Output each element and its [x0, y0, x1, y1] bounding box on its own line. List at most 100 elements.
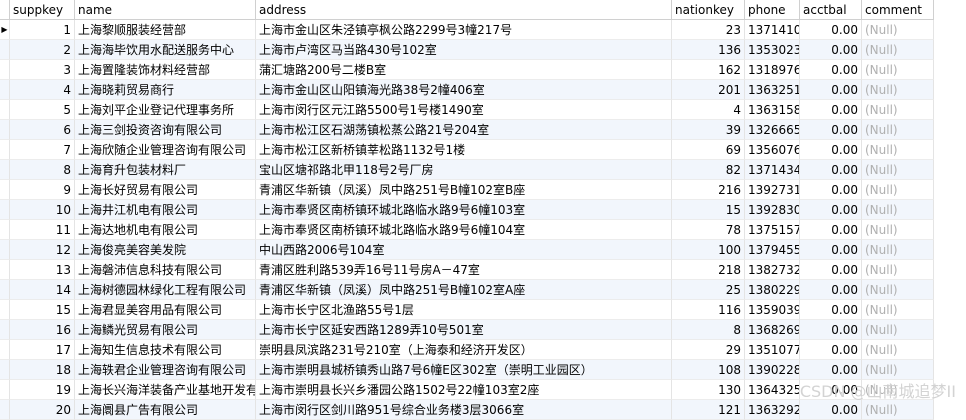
cell-name[interactable]: 上海鳞光贸易有限公司: [75, 320, 256, 340]
cell-suppkey[interactable]: 7: [10, 140, 75, 160]
cell-acctbal[interactable]: 0.00: [800, 220, 862, 240]
cell-suppkey[interactable]: 10: [10, 200, 75, 220]
cell-name[interactable]: 上海三剑投资咨询有限公司: [75, 120, 256, 140]
cell-acctbal[interactable]: 0.00: [800, 320, 862, 340]
cell-address[interactable]: 上海市长宁区北渔路55号1层: [256, 300, 672, 320]
cell-phone[interactable]: 13590390: [745, 300, 800, 320]
cell-phone[interactable]: 13510770: [745, 340, 800, 360]
cell-address[interactable]: 崇明县凤滨路231号210室（上海泰和经济开发区）: [256, 340, 672, 360]
cell-nationkey[interactable]: 121: [672, 400, 745, 420]
cell-acctbal[interactable]: 0.00: [800, 240, 862, 260]
row-indicator[interactable]: [0, 60, 10, 80]
column-header-comment[interactable]: comment: [862, 0, 934, 20]
cell-address[interactable]: 青浦区华新镇（凤溪）凤中路251号B幢102室A座: [256, 280, 672, 300]
cell-comment[interactable]: (Null): [862, 380, 934, 400]
cell-nationkey[interactable]: 162: [672, 60, 745, 80]
cell-address[interactable]: 上海市奉贤区南桥镇环城北路临水路9号6幢104室: [256, 220, 672, 240]
cell-address[interactable]: 青浦区胜利路539弄16号11号房A－47室: [256, 260, 672, 280]
cell-suppkey[interactable]: 11: [10, 220, 75, 240]
cell-name[interactable]: 上海长兴海洋装备产业基地开发有: [75, 380, 256, 400]
cell-name[interactable]: 上海海毕饮用水配送服务中心: [75, 40, 256, 60]
cell-comment[interactable]: (Null): [862, 300, 934, 320]
column-header-address[interactable]: address: [256, 0, 672, 20]
cell-address[interactable]: 宝山区塘祁路北甲118号2号厂房: [256, 160, 672, 180]
cell-name[interactable]: 上海轶君企业管理咨询有限公司: [75, 360, 256, 380]
cell-acctbal[interactable]: 0.00: [800, 120, 862, 140]
cell-name[interactable]: 上海树德园林绿化工程有限公司: [75, 280, 256, 300]
cell-acctbal[interactable]: 0.00: [800, 260, 862, 280]
cell-address[interactable]: 上海市闵行区剑川路951号综合业务楼3层3066室: [256, 400, 672, 420]
cell-address[interactable]: 上海市松江区新桥镇莘松路1132号1楼: [256, 140, 672, 160]
cell-nationkey[interactable]: 100: [672, 240, 745, 260]
cell-nationkey[interactable]: 25: [672, 280, 745, 300]
cell-phone[interactable]: 13682696: [745, 320, 800, 340]
cell-suppkey[interactable]: 16: [10, 320, 75, 340]
cell-nationkey[interactable]: 78: [672, 220, 745, 240]
cell-suppkey[interactable]: 17: [10, 340, 75, 360]
cell-comment[interactable]: (Null): [862, 20, 934, 40]
cell-address[interactable]: 上海市崇明县城桥镇秀山路7号6幢E区302室（崇明工业园区）: [256, 360, 672, 380]
cell-acctbal[interactable]: 0.00: [800, 100, 862, 120]
cell-comment[interactable]: (Null): [862, 100, 934, 120]
cell-phone[interactable]: 13631583: [745, 100, 800, 120]
cell-name[interactable]: 上海君显美容用品有限公司: [75, 300, 256, 320]
cell-address[interactable]: 上海市卢湾区马当路430号102室: [256, 40, 672, 60]
cell-phone[interactable]: 13530238: [745, 40, 800, 60]
cell-name[interactable]: 上海欣随企业管理咨询有限公司: [75, 140, 256, 160]
cell-comment[interactable]: (Null): [862, 80, 934, 100]
cell-comment[interactable]: (Null): [862, 340, 934, 360]
cell-comment[interactable]: (Null): [862, 220, 934, 240]
cell-name[interactable]: 上海黎顺服装经营部: [75, 20, 256, 40]
cell-nationkey[interactable]: 82: [672, 160, 745, 180]
cell-phone[interactable]: 13560762: [745, 140, 800, 160]
cell-name[interactable]: 上海育升包装材料厂: [75, 160, 256, 180]
cell-comment[interactable]: (Null): [862, 40, 934, 60]
row-indicator[interactable]: [0, 360, 10, 380]
cell-phone[interactable]: 13714348: [745, 160, 800, 180]
cell-comment[interactable]: (Null): [862, 60, 934, 80]
row-indicator[interactable]: [0, 300, 10, 320]
cell-name[interactable]: 上海长好贸易有限公司: [75, 180, 256, 200]
cell-acctbal[interactable]: 0.00: [800, 200, 862, 220]
row-indicator[interactable]: [0, 120, 10, 140]
cell-acctbal[interactable]: 0.00: [800, 300, 862, 320]
cell-comment[interactable]: (Null): [862, 120, 934, 140]
cell-name[interactable]: 上海晓莉贸易商行: [75, 80, 256, 100]
cell-phone[interactable]: 13714108: [745, 20, 800, 40]
row-indicator[interactable]: [0, 400, 10, 420]
cell-suppkey[interactable]: 20: [10, 400, 75, 420]
cell-suppkey[interactable]: 3: [10, 60, 75, 80]
cell-comment[interactable]: (Null): [862, 180, 934, 200]
cell-phone[interactable]: 13751571: [745, 220, 800, 240]
cell-acctbal[interactable]: 0.00: [800, 80, 862, 100]
cell-nationkey[interactable]: 4: [672, 100, 745, 120]
cell-suppkey[interactable]: 12: [10, 240, 75, 260]
cell-phone[interactable]: 13802294: [745, 280, 800, 300]
cell-phone[interactable]: 13266657: [745, 120, 800, 140]
cell-suppkey[interactable]: 1: [10, 20, 75, 40]
cell-address[interactable]: 青浦区华新镇（凤溪）凤中路251号B幢102室B座: [256, 180, 672, 200]
data-grid[interactable]: suppkey name address nationkey phone acc…: [0, 0, 934, 420]
cell-comment[interactable]: (Null): [862, 360, 934, 380]
cell-phone[interactable]: 13643253: [745, 380, 800, 400]
cell-acctbal[interactable]: 0.00: [800, 180, 862, 200]
cell-address[interactable]: 中山西路2006号104室: [256, 240, 672, 260]
row-indicator[interactable]: [0, 100, 10, 120]
cell-suppkey[interactable]: 19: [10, 380, 75, 400]
cell-acctbal[interactable]: 0.00: [800, 60, 862, 80]
row-indicator[interactable]: [0, 280, 10, 300]
cell-suppkey[interactable]: 2: [10, 40, 75, 60]
row-indicator[interactable]: ▶: [0, 20, 10, 40]
cell-nationkey[interactable]: 39: [672, 120, 745, 140]
column-header-phone[interactable]: phone: [745, 0, 800, 20]
cell-comment[interactable]: (Null): [862, 400, 934, 420]
cell-address[interactable]: 上海市崇明县长兴乡潘园公路1502号22幢103室2座: [256, 380, 672, 400]
cell-name[interactable]: 上海俊亮美容美发院: [75, 240, 256, 260]
cell-address[interactable]: 蒲汇塘路200号二楼B室: [256, 60, 672, 80]
cell-suppkey[interactable]: 18: [10, 360, 75, 380]
cell-name[interactable]: 上海磐沛信息科技有限公司: [75, 260, 256, 280]
row-indicator[interactable]: [0, 380, 10, 400]
cell-address[interactable]: 上海市长宁区延安西路1289弄10号501室: [256, 320, 672, 340]
cell-comment[interactable]: (Null): [862, 160, 934, 180]
cell-phone[interactable]: 13794551: [745, 240, 800, 260]
